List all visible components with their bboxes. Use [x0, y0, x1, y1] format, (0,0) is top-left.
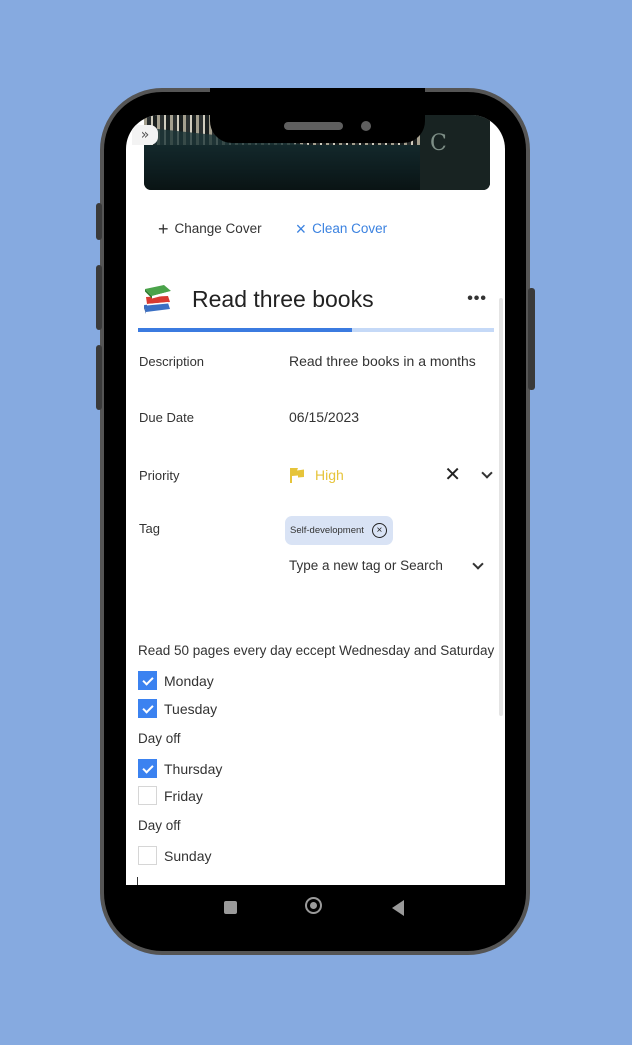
cover-actions: + Change Cover × Clean Cover: [158, 218, 388, 239]
clean-cover-label: Clean Cover: [312, 221, 388, 236]
side-button-volume-down: [96, 345, 102, 410]
priority-select[interactable]: High: [289, 467, 444, 483]
back-icon[interactable]: [392, 900, 404, 916]
tag-search-input[interactable]: Type a new tag or Search: [289, 557, 484, 573]
checklist-item-label: Monday: [164, 672, 214, 689]
recents-icon[interactable]: [224, 901, 237, 914]
task-progress-bar: [138, 328, 494, 332]
task-title[interactable]: Read three books: [192, 286, 374, 313]
phone-notch: [210, 88, 425, 143]
priority-label: Priority: [139, 467, 180, 483]
text-cursor: [137, 877, 138, 885]
plus-icon: +: [158, 218, 169, 239]
change-cover-button[interactable]: + Change Cover: [158, 218, 262, 239]
android-navigation-bar: [126, 885, 505, 930]
expand-sidebar-button[interactable]: »: [132, 125, 158, 145]
tag-chevron-down-icon[interactable]: [472, 557, 484, 570]
checkbox[interactable]: [138, 671, 157, 690]
checklist-item-label: Thursday: [164, 760, 223, 777]
double-chevron-right-icon: »: [140, 127, 150, 143]
more-options-icon[interactable]: •••: [467, 290, 487, 308]
checklist-item-label: Tuesday: [164, 700, 218, 717]
clear-priority-icon[interactable]: ✕: [444, 465, 461, 485]
close-icon: ×: [295, 218, 307, 239]
checkbox[interactable]: [138, 759, 157, 778]
tag-chip-label: Self-development: [290, 525, 364, 536]
front-camera: [361, 121, 371, 131]
speaker-grille: [284, 122, 343, 130]
books-icon: [140, 281, 176, 317]
task-header: Read three books •••: [140, 280, 491, 318]
task-progress-fill: [138, 328, 352, 332]
checklist-item-label: Friday: [164, 787, 203, 804]
side-button-volume-up: [96, 265, 102, 330]
checklist-item-sunday[interactable]: Sunday: [138, 846, 211, 865]
checkbox[interactable]: [138, 846, 157, 865]
checklist-item-friday[interactable]: Friday: [138, 786, 203, 805]
due-date-value[interactable]: 06/15/2023: [289, 409, 359, 425]
clean-cover-button[interactable]: × Clean Cover: [295, 218, 388, 239]
side-button-mute: [96, 203, 102, 240]
checklist-item-label: Sunday: [164, 847, 212, 864]
habit-description[interactable]: Read 50 pages every day eccept Wednesday…: [138, 643, 494, 658]
priority-field: Priority High ✕: [139, 465, 493, 485]
checklist-item-thursday[interactable]: Thursday: [138, 759, 222, 778]
checklist-item-monday[interactable]: Monday: [138, 671, 214, 690]
tag-input-placeholder: Type a new tag or Search: [289, 558, 443, 573]
description-value[interactable]: Read three books in a months: [289, 353, 476, 369]
day-off-note[interactable]: Day off: [138, 818, 181, 833]
home-icon[interactable]: [305, 897, 322, 914]
description-field: Description Read three books in a months: [139, 353, 491, 369]
due-date-field: Due Date 06/15/2023: [139, 409, 491, 425]
cover-book: C: [420, 115, 490, 190]
change-cover-label: Change Cover: [174, 221, 262, 236]
cover-book-letter: C: [430, 131, 447, 156]
due-date-label: Due Date: [139, 409, 194, 425]
priority-chevron-down-icon[interactable]: [481, 467, 493, 479]
flag-icon: [289, 467, 305, 483]
checkbox[interactable]: [138, 786, 157, 805]
tag-label: Tag: [139, 521, 160, 536]
app-screen: C » + Change Cover × Clean Cover Read th…: [126, 115, 505, 885]
tag-chip: Self-development ×: [285, 516, 393, 545]
remove-tag-icon[interactable]: ×: [371, 523, 387, 538]
day-off-note[interactable]: Day off: [138, 731, 181, 746]
checklist-item-tuesday[interactable]: Tuesday: [138, 699, 217, 718]
scrollbar[interactable]: [499, 298, 503, 716]
priority-value: High: [315, 467, 344, 483]
side-button-power: [528, 288, 535, 390]
checkbox[interactable]: [138, 699, 157, 718]
description-label: Description: [139, 353, 205, 369]
